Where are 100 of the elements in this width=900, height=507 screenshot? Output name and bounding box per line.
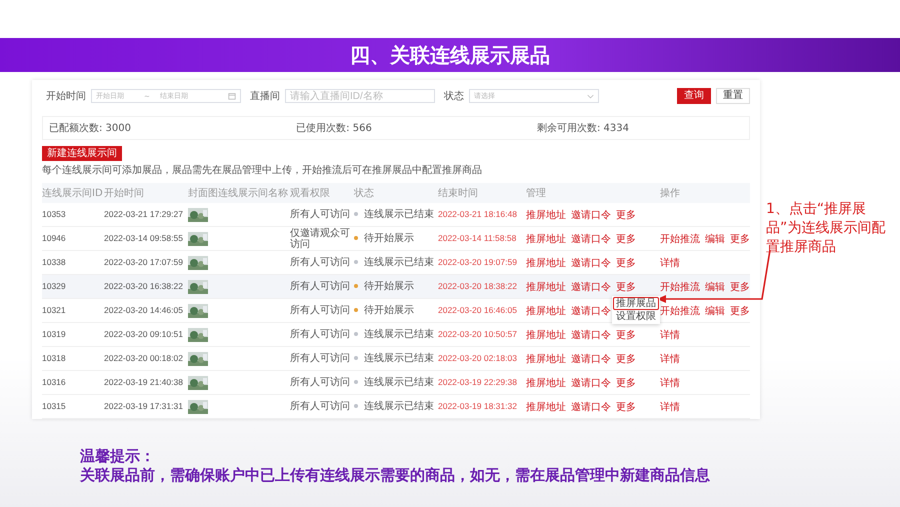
table-link[interactable]: 更多 [616,330,636,340]
search-field[interactable]: 请输入直播间ID/名称 [285,89,435,103]
table-cell: 2022-03-14 11:58:58 [438,233,516,243]
tip-text: 关联展品前，需确保账户中已上传有连线展示需要的商品，如无，需在展品管理中新建商品信息 [80,466,710,485]
table-link[interactable]: 开始推流 [660,306,700,316]
menu-item[interactable]: 推屏展品 [613,297,659,310]
table-cell: 2022-03-20 18:38:22 [438,281,517,291]
table-cell: 10353 [42,209,66,219]
table-link[interactable]: 更多 [730,306,750,316]
column-header: 操作 [660,188,680,199]
table-link[interactable]: 邀请口令 [571,402,611,412]
table-link[interactable]: 编辑 [705,234,725,244]
table-link[interactable]: 推屏地址 [526,378,566,388]
table-link[interactable]: 编辑 [705,306,725,316]
calendar-icon [228,92,236,100]
table-link[interactable]: 推屏地址 [526,330,566,340]
table-cell: 2022-03-19 21:40:38 [104,377,183,387]
table-cell: 2022-03-20 16:38:22 [104,281,183,291]
table-link[interactable]: 邀请口令 [571,234,611,244]
table-link[interactable]: 推屏地址 [526,402,566,412]
table-link[interactable]: 开始推流 [660,282,700,292]
table-link[interactable]: 编辑 [705,282,725,292]
column-header: 状态 [354,188,374,199]
table-link[interactable]: 更多 [616,210,636,220]
status-text: 连线展示已结束 [364,401,434,412]
table-row[interactable]: 10315 2022-03-19 17:31:31 所有人可访问 连线展示已结束 2022-03-19 18:31:32 推屏地址 邀请口令 更多 详情 [42,394,750,418]
table-row[interactable]: 10318 2022-03-20 00:18:02 所有人可访问 连线展示已结束 2022-03-20 02:18:03 推屏地址 邀请口令 更多 详情 [42,346,750,370]
table-cell: 2022-03-20 14:46:05 [104,305,183,315]
table-cell: 2022-03-14 09:58:55 [104,233,183,243]
table-link[interactable]: 详情 [660,402,680,412]
table-row[interactable]: 10316 2022-03-19 21:40:38 所有人可访问 连线展示已结束 2022-03-19 22:29:38 推屏地址 邀请口令 更多 详情 [42,370,750,394]
menu-item[interactable]: 设置权限 [613,310,659,323]
column-header: 开始时间 [104,188,144,199]
annotation-text: 1、点击“推屏展品”为连线展示间配置推屏商品 [766,200,886,257]
table-cell: 2022-03-21 17:29:27 [104,209,183,219]
table-link[interactable]: 推屏地址 [526,354,566,364]
stat-text: 已使用次数: 566 [296,122,372,135]
table-link[interactable]: 更多 [616,378,636,388]
search-button[interactable]: 查询 [677,88,711,104]
table-link[interactable]: 更多 [616,282,636,292]
table-cell: 10946 [42,233,66,243]
table-link[interactable]: 邀请口令 [571,378,611,388]
column-header: 管理 [526,188,546,199]
table-cell: 2022-03-20 16:46:05 [438,305,517,315]
table-link[interactable]: 更多 [616,354,636,364]
table-cell: 2022-03-20 17:07:59 [104,257,183,267]
note-text: 每个连线展示间可添加展品，展品需先在展品管理中上传，开始推流后可在推屏展品中配置推屏商品 [42,164,483,177]
table-row[interactable]: 10946 2022-03-14 09:58:55 仅邀请观众可访问 待开始展示 2022-03-14 11:58:58 推屏地址 邀请口令 更多 开始推流 编辑 更多 [42,226,750,250]
table-cell: 2022-03-20 09:10:51 [104,329,183,339]
table-link[interactable]: 邀请口令 [571,210,611,220]
status-text: 连线展示已结束 [364,353,434,364]
table-link[interactable]: 邀请口令 [571,306,611,316]
table-link[interactable]: 详情 [660,378,680,388]
table-cell: 所有人可访问 [290,377,350,388]
table-link[interactable]: 推屏地址 [526,306,566,316]
table-cell-text: 仅邀请观众可访问 [290,228,351,250]
column-header: 封面图 [188,188,218,199]
table-link[interactable]: 邀请口令 [571,282,611,292]
table-link[interactable]: 更多 [730,282,750,292]
table-cell: 10318 [42,353,66,363]
table-link[interactable]: 更多 [616,258,636,268]
reset-button[interactable]: 重置 [716,88,750,104]
table-cell: 10338 [42,257,66,267]
table-link[interactable]: 详情 [660,354,680,364]
status-text: 连线展示已结束 [364,209,434,220]
table-cell: 10321 [42,305,66,315]
table-link[interactable]: 详情 [660,258,680,268]
filter-label: 状态 [444,90,464,103]
status-text: 待开始展示 [364,305,414,316]
table-link[interactable]: 更多 [730,234,750,244]
table-cell: 所有人可访问 [290,305,350,316]
status-text: 待开始展示 [364,233,414,244]
filter-label: 直播间 [250,90,280,103]
table-cell: 2022-03-19 17:31:31 [104,401,183,411]
column-header: 观看权限 [290,188,330,199]
table-cell: 10329 [42,281,66,291]
column-header: 结束时间 [438,188,478,199]
table-link[interactable]: 推屏地址 [526,282,566,292]
chevron-down-icon [587,94,594,98]
table-link[interactable]: 邀请口令 [571,354,611,364]
table-link[interactable]: 邀请口令 [571,258,611,268]
table-link[interactable]: 更多 [616,402,636,412]
table-link[interactable]: 邀请口令 [571,330,611,340]
table-link[interactable]: 推屏地址 [526,210,566,220]
table-link[interactable]: 推屏地址 [526,258,566,268]
filter-label: 开始时间 [46,90,86,103]
table-cell: 所有人可访问 [290,281,350,292]
status-text: 连线展示已结束 [364,257,434,268]
table-row[interactable]: 10353 2022-03-21 17:29:27 所有人可访问 连线展示已结束 2022-03-21 18:16:48 推屏地址 邀请口令 更多 [42,203,750,226]
table-link[interactable]: 开始推流 [660,234,700,244]
table-link[interactable]: 推屏地址 [526,234,566,244]
table-link[interactable]: 详情 [660,330,680,340]
table-cell: 2022-03-20 02:18:03 [438,353,517,363]
table-cell: 所有人可访问 [290,329,350,340]
status-text: 连线展示已结束 [364,377,434,388]
table-cell: 2022-03-20 00:18:02 [104,353,183,363]
status-text: 连线展示已结束 [364,329,434,340]
table-row[interactable]: 10319 2022-03-20 09:10:51 所有人可访问 连线展示已结束 2022-03-20 10:50:57 推屏地址 邀请口令 更多 详情 [42,322,750,346]
create-button[interactable]: 新建连线展示间 [42,146,122,161]
table-link[interactable]: 更多 [616,234,636,244]
